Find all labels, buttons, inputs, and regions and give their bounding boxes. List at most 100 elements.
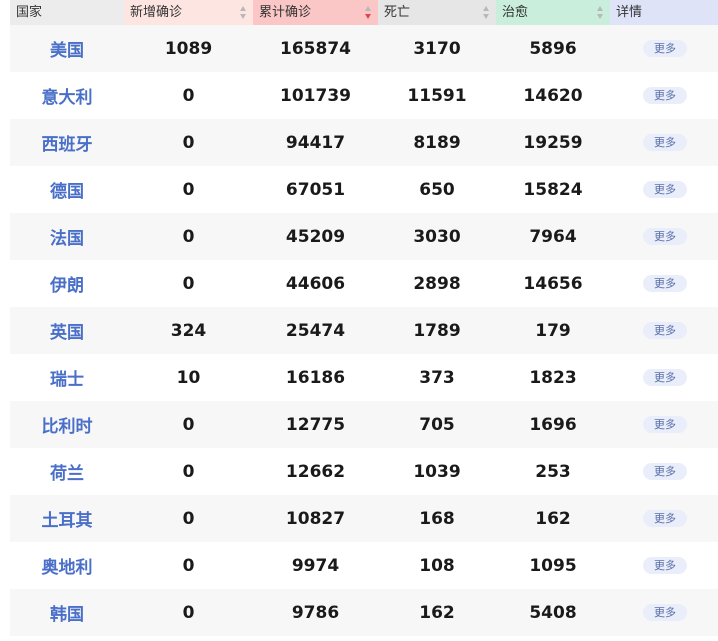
total-confirmed-value: 44606 <box>285 273 346 294</box>
more-button[interactable]: 更多 <box>643 369 687 386</box>
header-label: 国家 <box>16 5 43 20</box>
more-button[interactable]: 更多 <box>643 416 687 433</box>
new-confirmed-value: 1089 <box>164 38 213 59</box>
sort-up-icon[interactable] <box>483 6 489 11</box>
country-name[interactable]: 德国 <box>10 177 124 202</box>
table-row: 土耳其 0 10827 168 162 更多 <box>10 495 718 542</box>
header-new-confirmed[interactable]: 新增确诊 <box>124 0 253 25</box>
detail-cell: 更多 <box>610 416 718 433</box>
total-confirmed-value: 16186 <box>285 367 346 388</box>
deaths-value: 705 <box>419 414 455 435</box>
cured-value: 253 <box>535 461 571 482</box>
more-button[interactable]: 更多 <box>643 557 687 574</box>
more-button[interactable]: 更多 <box>643 275 687 292</box>
detail-cell: 更多 <box>610 228 718 245</box>
total-confirmed-value: 12662 <box>285 461 346 482</box>
new-confirmed-value: 0 <box>182 179 195 200</box>
deaths-value: 162 <box>419 602 455 623</box>
total-confirmed-value: 45209 <box>285 226 346 247</box>
table-row: 西班牙 0 94417 8189 19259 更多 <box>10 119 718 166</box>
sort-arrows-icon[interactable] <box>483 6 490 19</box>
table-row: 瑞士 10 16186 373 1823 更多 <box>10 354 718 401</box>
table-row: 英国 324 25474 1789 179 更多 <box>10 307 718 354</box>
sort-down-icon[interactable] <box>483 14 489 19</box>
header-label: 详情 <box>616 5 643 20</box>
country-name[interactable]: 比利时 <box>10 412 124 437</box>
detail-cell: 更多 <box>610 322 718 339</box>
detail-cell: 更多 <box>610 181 718 198</box>
cured-value: 15824 <box>523 179 583 200</box>
sort-arrows-icon[interactable] <box>365 6 372 19</box>
sort-up-icon[interactable] <box>597 6 603 11</box>
table-row: 美国 1089 165874 3170 5896 更多 <box>10 25 718 72</box>
detail-cell: 更多 <box>610 604 718 621</box>
sort-down-icon[interactable] <box>240 14 246 19</box>
detail-cell: 更多 <box>610 134 718 151</box>
new-confirmed-value: 0 <box>182 555 195 576</box>
cured-value: 5408 <box>529 602 577 623</box>
country-name[interactable]: 美国 <box>10 36 124 61</box>
table-header: 国家 新增确诊 累计确诊 死亡 治愈 详情 <box>10 0 718 25</box>
total-confirmed-value: 165874 <box>280 38 351 59</box>
country-name[interactable]: 西班牙 <box>10 130 124 155</box>
country-name[interactable]: 伊朗 <box>10 271 124 296</box>
deaths-value: 650 <box>419 179 455 200</box>
detail-cell: 更多 <box>610 557 718 574</box>
header-cured[interactable]: 治愈 <box>496 0 610 25</box>
header-country: 国家 <box>10 0 124 25</box>
country-name[interactable]: 奥地利 <box>10 553 124 578</box>
more-button[interactable]: 更多 <box>643 228 687 245</box>
detail-cell: 更多 <box>610 87 718 104</box>
country-name[interactable]: 荷兰 <box>10 459 124 484</box>
deaths-value: 108 <box>419 555 455 576</box>
cured-value: 162 <box>535 508 571 529</box>
cured-value: 1095 <box>529 555 577 576</box>
total-confirmed-value: 9786 <box>291 602 340 623</box>
cured-value: 179 <box>535 320 571 341</box>
country-name[interactable]: 英国 <box>10 318 124 343</box>
new-confirmed-value: 0 <box>182 85 195 106</box>
deaths-value: 2898 <box>413 273 461 294</box>
country-name[interactable]: 韩国 <box>10 600 124 625</box>
sort-arrows-icon[interactable] <box>597 6 604 19</box>
cured-value: 7964 <box>529 226 577 247</box>
country-name[interactable]: 意大利 <box>10 83 124 108</box>
header-deaths[interactable]: 死亡 <box>378 0 496 25</box>
deaths-value: 8189 <box>413 132 461 153</box>
more-button[interactable]: 更多 <box>643 40 687 57</box>
header-label: 新增确诊 <box>130 5 183 20</box>
country-name[interactable]: 法国 <box>10 224 124 249</box>
more-button[interactable]: 更多 <box>643 604 687 621</box>
more-button[interactable]: 更多 <box>643 87 687 104</box>
table-row: 韩国 0 9786 162 5408 更多 <box>10 589 718 636</box>
detail-cell: 更多 <box>610 369 718 386</box>
sort-up-icon[interactable] <box>365 6 371 11</box>
sort-down-icon[interactable] <box>365 14 371 19</box>
deaths-value: 1039 <box>413 461 461 482</box>
more-button[interactable]: 更多 <box>643 322 687 339</box>
cured-value: 1696 <box>529 414 577 435</box>
header-label: 累计确诊 <box>259 5 312 20</box>
more-button[interactable]: 更多 <box>643 510 687 527</box>
table-row: 法国 0 45209 3030 7964 更多 <box>10 213 718 260</box>
sort-down-icon[interactable] <box>597 14 603 19</box>
country-name[interactable]: 瑞士 <box>10 365 124 390</box>
deaths-value: 3170 <box>413 38 461 59</box>
more-button[interactable]: 更多 <box>643 134 687 151</box>
more-button[interactable]: 更多 <box>643 181 687 198</box>
header-total-confirmed[interactable]: 累计确诊 <box>253 0 378 25</box>
new-confirmed-value: 324 <box>170 320 207 341</box>
new-confirmed-value: 0 <box>182 132 195 153</box>
detail-cell: 更多 <box>610 463 718 480</box>
new-confirmed-value: 0 <box>182 226 195 247</box>
deaths-value: 168 <box>419 508 455 529</box>
sort-up-icon[interactable] <box>240 6 246 11</box>
sort-arrows-icon[interactable] <box>240 6 247 19</box>
total-confirmed-value: 9974 <box>291 555 340 576</box>
total-confirmed-value: 12775 <box>285 414 346 435</box>
new-confirmed-value: 0 <box>182 414 195 435</box>
country-name[interactable]: 土耳其 <box>10 506 124 531</box>
more-button[interactable]: 更多 <box>643 463 687 480</box>
total-confirmed-value: 94417 <box>285 132 346 153</box>
cured-value: 14620 <box>523 85 583 106</box>
